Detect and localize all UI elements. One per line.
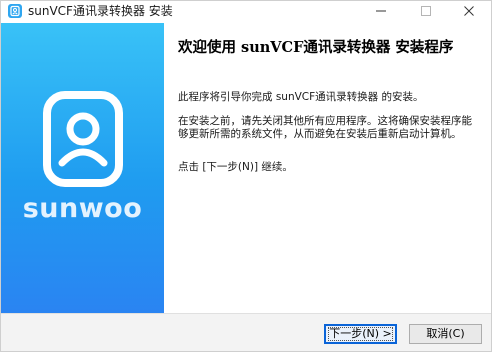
maximize-button[interactable] [404, 1, 448, 21]
cancel-button-label: 取消(C) [426, 327, 465, 340]
close-icon [464, 6, 474, 16]
focus-rectangle [328, 327, 393, 341]
minimize-button[interactable] [359, 1, 403, 21]
minimize-icon [376, 10, 386, 12]
side-banner: sunwoo [1, 23, 164, 313]
close-apps-text: 在安装之前，请先关闭其他所有应用程序。这将确保安装程序能够更新所需的系统文件，从… [178, 115, 472, 140]
welcome-panel: 欢迎使用 sunVCF通讯录转换器 安装程序 此程序将引导你完成 sunVCF通… [164, 23, 491, 313]
contact-card-icon [43, 91, 123, 187]
cancel-button[interactable]: 取消(C) [409, 324, 482, 344]
maximize-icon [421, 6, 431, 16]
button-bar: 下一步(N) > 取消(C) [1, 314, 491, 351]
brand-name: sunwoo [22, 193, 143, 224]
intro-text: 此程序将引导你完成 sunVCF通讯录转换器 的安装。 [178, 91, 424, 103]
title-bar[interactable]: sunVCF通讯录转换器 安装 [1, 1, 491, 23]
next-button[interactable]: 下一步(N) > [324, 324, 397, 344]
close-button[interactable] [447, 1, 491, 21]
app-icon [8, 4, 22, 18]
welcome-heading: 欢迎使用 sunVCF通讯录转换器 安装程序 [178, 39, 454, 56]
installer-window: sunVCF通讯录转换器 安装 sunwoo 欢迎使用 sunVCF通讯录转换器… [0, 0, 492, 352]
window-title: sunVCF通讯录转换器 安装 [28, 4, 173, 18]
continue-text: 点击 [下一步(N)] 继续。 [178, 161, 293, 173]
